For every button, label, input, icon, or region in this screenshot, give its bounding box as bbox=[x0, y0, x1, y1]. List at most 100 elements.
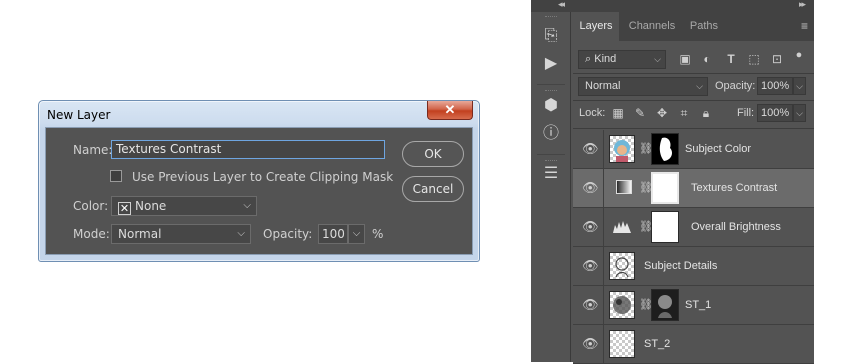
lock-move-icon[interactable]: ✥ bbox=[654, 105, 670, 121]
color-label: Color: bbox=[73, 199, 109, 213]
history-icon[interactable]: ⎘ bbox=[541, 26, 561, 46]
ok-button[interactable]: OK bbox=[402, 141, 464, 167]
fill-dropdown-button[interactable]: ⌵ bbox=[793, 104, 806, 122]
adjustment-filter-icon[interactable]: ◐ bbox=[699, 51, 715, 67]
chevron-down-icon: ⌵ bbox=[654, 54, 661, 64]
image-filter-icon[interactable]: ▣ bbox=[677, 51, 693, 67]
lock-paint-brush-icon[interactable]: ✎ bbox=[632, 105, 648, 121]
opacity-label: Opacity: bbox=[263, 227, 313, 241]
grip-handle[interactable] bbox=[545, 90, 557, 93]
texture-thumbnail-icon bbox=[613, 296, 631, 314]
layer-row-subject-details[interactable]: 👁︎ Subject Details bbox=[573, 247, 814, 286]
layer-name-input[interactable]: Textures Contrast bbox=[111, 140, 385, 159]
kind-filter-select[interactable]: ⌕ Kind ⌵ bbox=[578, 50, 666, 69]
mode-label: Mode: bbox=[73, 227, 110, 241]
fill-input[interactable]: 100% bbox=[757, 104, 793, 122]
divider bbox=[537, 84, 565, 85]
layer-row-overall-brightness[interactable]: 👁︎ ⛓︎ Overall Brightness bbox=[573, 208, 814, 247]
mask-link-chain-icon[interactable]: ⛓︎ bbox=[639, 220, 653, 234]
visibility-eye-icon[interactable]: 👁︎ bbox=[582, 298, 599, 312]
layer-thumbnail bbox=[609, 291, 635, 319]
smart-object-filter-icon[interactable]: ⊡ bbox=[769, 51, 785, 67]
close-button[interactable]: ✕ bbox=[427, 101, 473, 120]
type-filter-icon[interactable]: T bbox=[723, 51, 739, 67]
layer-mask-thumbnail[interactable] bbox=[651, 172, 679, 204]
chevron-down-icon: ⌵ bbox=[237, 228, 245, 239]
divider bbox=[573, 73, 814, 74]
layer-row-st-2[interactable]: 👁︎ ST_2 bbox=[573, 325, 814, 364]
opacity-percent-label: % bbox=[372, 227, 384, 241]
layer-name: ST_2 bbox=[644, 338, 671, 350]
lock-artboard-icon[interactable]: ⌗ bbox=[676, 105, 692, 121]
tab-layers[interactable]: Layers bbox=[573, 12, 619, 41]
divider bbox=[573, 128, 814, 129]
panel-tabbar: Layers Channels Paths ≡ bbox=[573, 12, 814, 41]
actions-play-icon[interactable]: ▶ bbox=[541, 54, 561, 74]
tab-channels[interactable]: Channels bbox=[621, 12, 683, 41]
3d-cube-icon[interactable]: ⬢ bbox=[541, 96, 561, 116]
layer-thumbnail bbox=[609, 252, 635, 280]
visibility-eye-icon[interactable]: 👁︎ bbox=[582, 142, 599, 156]
layer-thumbnail bbox=[609, 330, 635, 358]
close-icon: ✕ bbox=[444, 102, 456, 117]
lock-transparent-icon[interactable]: ▦ bbox=[610, 105, 626, 121]
clipping-mask-checkbox[interactable] bbox=[110, 170, 122, 182]
color-select[interactable]: ✕ None ⌵ bbox=[111, 196, 257, 216]
chevron-down-icon: ⌵ bbox=[696, 81, 703, 91]
collapse-left-icon[interactable]: ◂◂ bbox=[558, 0, 565, 10]
grip-handle[interactable] bbox=[545, 160, 557, 163]
opacity-dropdown-button[interactable]: ⌵ bbox=[793, 77, 806, 95]
layer-row-subject-color[interactable]: 👁︎ ⛓︎ Subject Color bbox=[573, 130, 814, 169]
divider bbox=[603, 169, 604, 208]
layer-name: Overall Brightness bbox=[691, 221, 781, 233]
levels-adjustment-icon bbox=[613, 219, 631, 235]
layer-row-textures-contrast[interactable]: 👁︎ ⛓︎ Textures Contrast bbox=[573, 169, 814, 208]
gradient-map-adjustment-icon bbox=[615, 180, 633, 196]
divider bbox=[603, 286, 604, 325]
filter-toggle-icon[interactable]: ● bbox=[791, 47, 807, 63]
visibility-eye-icon[interactable]: 👁︎ bbox=[582, 259, 599, 273]
no-color-x-icon: ✕ bbox=[118, 202, 131, 215]
opacity-label: Opacity: bbox=[715, 80, 756, 92]
opacity-dropdown-button[interactable]: ⌵ bbox=[348, 224, 365, 244]
layer-row-st-1[interactable]: 👁︎ ⛓︎ ST_1 bbox=[573, 286, 814, 325]
opacity-input[interactable]: 100 bbox=[318, 224, 348, 244]
layers-panel: Layers Channels Paths ≡ ⌕ Kind ⌵ ▣ ◐ T ⬚… bbox=[573, 12, 814, 364]
layer-mask-thumbnail[interactable] bbox=[651, 211, 679, 243]
tab-paths[interactable]: Paths bbox=[683, 12, 725, 41]
color-select-value: None bbox=[135, 199, 167, 213]
visibility-eye-icon[interactable]: 👁︎ bbox=[582, 181, 599, 195]
mask-shape-icon bbox=[658, 295, 672, 318]
chevron-down-icon: ⌵ bbox=[352, 228, 361, 239]
chevron-down-icon: ⌵ bbox=[243, 200, 251, 211]
divider bbox=[603, 208, 604, 247]
layer-mask-thumbnail[interactable] bbox=[651, 289, 679, 321]
visibility-eye-icon[interactable]: 👁︎ bbox=[582, 220, 599, 234]
cancel-button[interactable]: Cancel bbox=[402, 176, 464, 202]
opacity-input[interactable]: 100% bbox=[757, 77, 793, 95]
fill-label: Fill: bbox=[737, 107, 755, 119]
portrait-color-thumbnail-icon bbox=[614, 140, 630, 162]
panel-icon-strip: ⎘ ▶ ⬢ ⓘ ☰ bbox=[531, 12, 571, 362]
mask-link-chain-icon[interactable]: ⛓︎ bbox=[639, 142, 653, 156]
layer-name: Subject Color bbox=[685, 143, 752, 155]
layer-name: ST_1 bbox=[685, 299, 712, 311]
lock-all-icon[interactable]: 🔒︎ bbox=[698, 105, 714, 121]
panel-menu-icon[interactable]: ≡ bbox=[801, 19, 808, 33]
visibility-eye-icon[interactable]: 👁︎ bbox=[582, 337, 599, 351]
blend-mode-select[interactable]: Normal ⌵ bbox=[578, 77, 708, 96]
chevron-down-icon: ⌵ bbox=[796, 81, 803, 91]
mask-link-chain-icon[interactable]: ⛓︎ bbox=[639, 181, 653, 195]
collapse-right-icon[interactable]: ▸▸ bbox=[799, 0, 806, 10]
shape-filter-icon[interactable]: ⬚ bbox=[746, 51, 762, 67]
divider bbox=[573, 100, 814, 101]
kind-filter-value: Kind bbox=[594, 53, 617, 65]
layer-mask-thumbnail[interactable] bbox=[651, 133, 679, 165]
mode-select[interactable]: Normal ⌵ bbox=[111, 224, 251, 244]
info-icon[interactable]: ⓘ bbox=[541, 124, 561, 144]
properties-icon[interactable]: ☰ bbox=[541, 164, 561, 184]
dialog-title: New Layer bbox=[47, 108, 111, 122]
blend-mode-value: Normal bbox=[585, 80, 621, 92]
grip-handle[interactable] bbox=[545, 16, 557, 19]
mask-link-chain-icon[interactable]: ⛓︎ bbox=[639, 298, 653, 312]
